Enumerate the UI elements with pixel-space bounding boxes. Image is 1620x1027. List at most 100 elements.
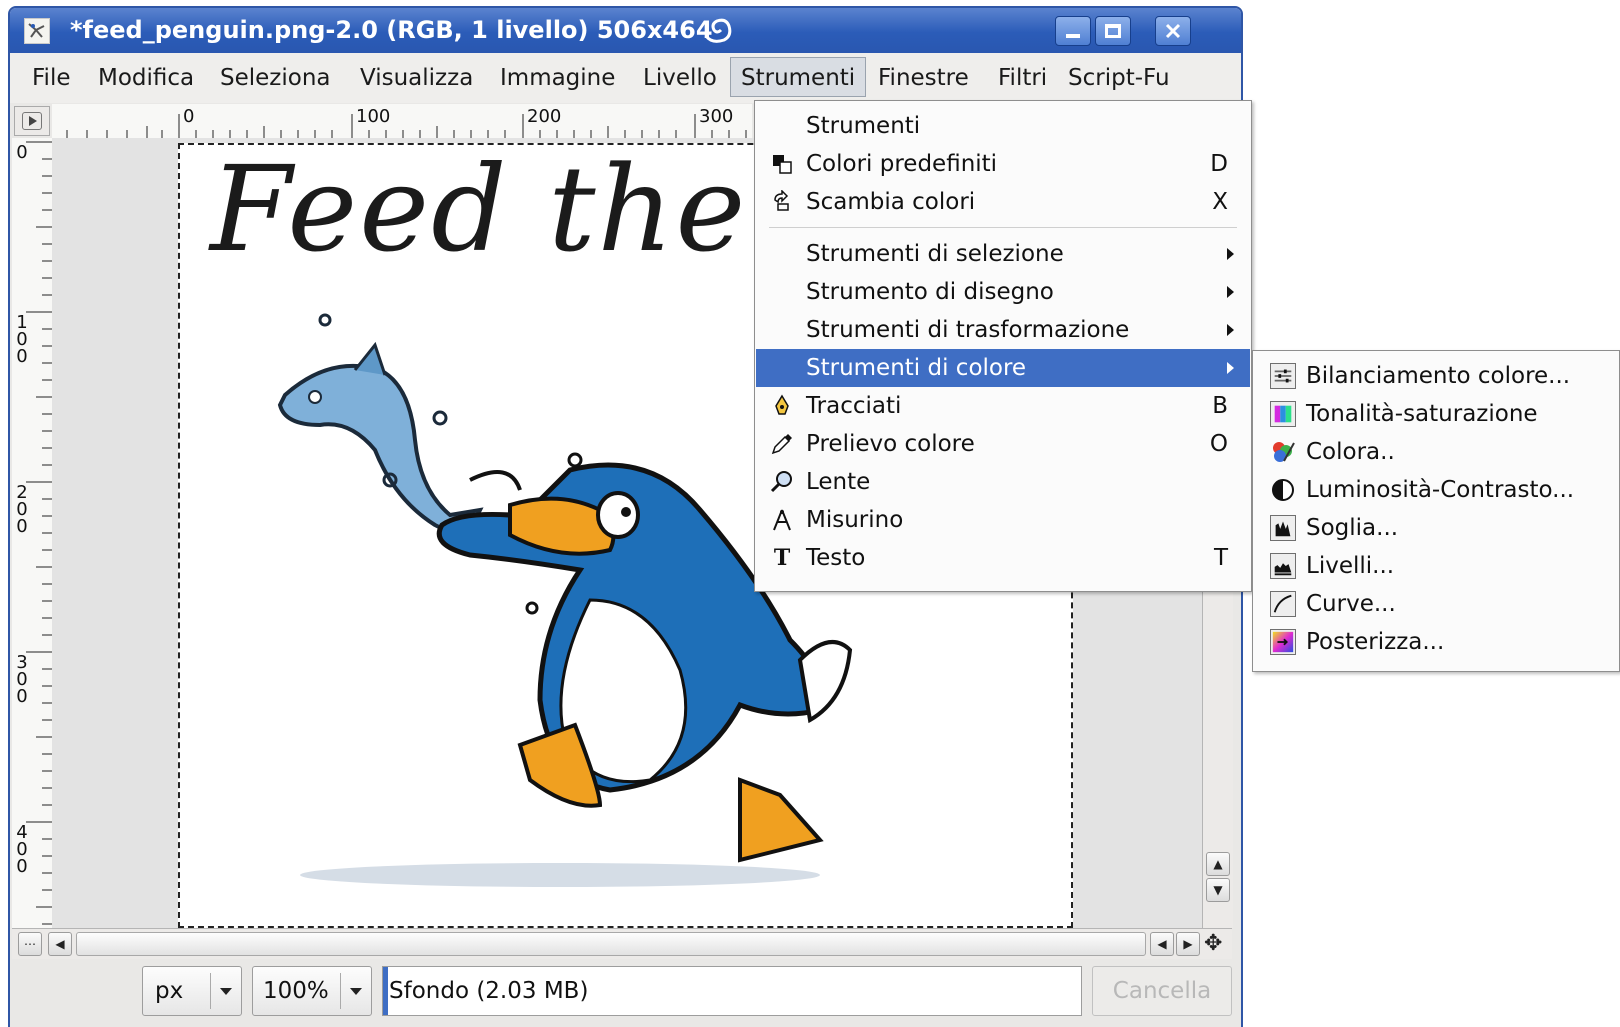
color-tools-submenu: Bilanciamento colore... Tonalità-saturaz… [1252,350,1620,672]
vruler-label-300: 300 [16,652,28,707]
vruler-label-200: 200 [16,482,28,537]
paths-icon [775,394,789,415]
ruler-label-300: 300 [699,106,734,127]
menu-view[interactable]: Visualizza [360,63,473,93]
quick-mask-toggle[interactable]: ⋯ [18,932,42,956]
menu-item-label: Colori predefiniti [806,151,998,177]
menu-windows[interactable]: Finestre [878,63,969,93]
minimize-icon [1066,34,1080,38]
menu-item-transform-tools[interactable]: Strumenti di trasformazione [756,311,1250,349]
horizontal-ruler[interactable]: 0 100 200 300 [52,104,752,139]
scroll-left-button[interactable]: ◀ [48,932,72,956]
submenu-item-brightness-contrast[interactable]: Luminosità-Contrasto... [1254,471,1618,509]
menu-item-shortcut: X [1212,189,1228,215]
menu-item-label: Strumenti di trasformazione [806,317,1130,343]
status-message-text: Sfondo (2.03 MB) [389,978,589,1004]
menu-item-shortcut: T [1213,545,1228,571]
menu-item-label: Testo [806,545,866,571]
vruler-label-400: 400 [16,822,28,877]
submenu-item-hue-saturation[interactable]: Tonalità-saturazione [1254,395,1618,433]
hue-saturation-icon [1270,401,1296,427]
vruler-label-100: 100 [16,312,28,367]
cancel-button[interactable]: Cancella [1092,966,1232,1016]
submenu-item-color-balance[interactable]: Bilanciamento colore... [1254,357,1618,395]
submenu-item-colorize[interactable]: Colora.. [1254,433,1618,471]
scroll-up-button[interactable]: ▲ [1206,852,1230,876]
menu-item-paint-tools[interactable]: Strumento di disegno [756,273,1250,311]
gimp-app-icon[interactable] [24,18,50,44]
menu-item-label: Strumenti [806,113,921,139]
vertical-ruler[interactable]: 0 100 200 300 400 [12,138,53,928]
menu-item-selection-tools[interactable]: Strumenti di selezione [756,235,1250,273]
menu-script-fu[interactable]: Script-Fu [1068,63,1170,93]
menu-item-swap-colors[interactable]: Scambia colori X [756,183,1250,221]
ruler-label-100: 100 [356,106,391,127]
menu-filters[interactable]: Filtri [998,63,1047,93]
zoom-selector[interactable]: 100% [252,966,372,1016]
close-icon [1165,23,1181,39]
menu-item-color-picker[interactable]: Prelievo colore O [756,425,1250,463]
scroll-right-button[interactable]: ▶ [1176,932,1200,956]
submenu-item-posterize[interactable]: Posterizza... [1254,623,1618,661]
colorize-icon [1273,442,1295,462]
menu-item-strumenti[interactable]: Strumenti [756,107,1250,145]
scroll-down-button[interactable]: ▼ [1206,878,1230,902]
menu-item-magnify[interactable]: Lente [756,463,1250,501]
menu-image[interactable]: Immagine [500,63,615,93]
default-colors-icon [773,155,792,174]
threshold-icon [1270,515,1296,541]
submenu-item-label: Luminosità-Contrasto... [1306,477,1575,503]
status-message: Sfondo (2.03 MB) [382,966,1082,1016]
zoom-dropdown-arrow[interactable] [340,973,371,1009]
submenu-item-curves[interactable]: Curve... [1254,585,1618,623]
menu-item-label: Lente [806,469,871,495]
menu-item-paths[interactable]: Tracciati B [756,387,1250,425]
menu-item-label: Scambia colori [806,189,976,215]
submenu-item-levels[interactable]: Livelli... [1254,547,1618,585]
submenu-arrow-icon [1227,324,1234,336]
menu-file[interactable]: File [32,63,71,93]
menu-item-shortcut: B [1212,393,1228,419]
progress-indicator [383,967,388,1015]
play-icon [29,116,37,126]
title-bar[interactable]: *feed_penguin.png-2.0 (RGB, 1 livello) 5… [10,8,1241,53]
scroll-right-back-button[interactable]: ◀ [1150,932,1174,956]
submenu-arrow-icon [1227,286,1234,298]
minimize-button[interactable] [1055,16,1091,46]
ruler-label-200: 200 [527,106,562,127]
menu-edit[interactable]: Modifica [98,63,194,93]
vruler-label-0: 0 [16,142,28,163]
menu-item-measure[interactable]: Misurino [756,501,1250,539]
unit-selector[interactable]: px [142,966,242,1016]
navigate-icon[interactable]: ✥ [1204,931,1222,956]
menu-item-color-tools[interactable]: Strumenti di colore [756,349,1250,387]
zoom-value: 100% [263,978,329,1004]
close-button[interactable] [1155,16,1191,46]
horizontal-ruler-ticks [66,114,747,138]
submenu-item-label: Livelli... [1306,553,1395,579]
menu-select[interactable]: Seleziona [220,63,331,93]
menu-layer[interactable]: Livello [643,63,717,93]
status-bar: px 100% Sfondo (2.03 MB) Cancella [12,960,1232,1021]
chevron-down-icon [220,988,232,995]
submenu-item-label: Posterizza... [1306,629,1445,655]
ruler-label-0: 0 [183,106,195,127]
horizontal-scrollbar[interactable]: ⋯ ◀ ◀ ▶ ✥ [12,928,1232,959]
levels-icon [1270,553,1296,579]
menu-item-default-colors[interactable]: Colori predefiniti D [756,145,1250,183]
posterize-icon [1270,629,1296,655]
horizontal-scroll-thumb[interactable] [76,932,1146,956]
measure-icon [773,509,791,531]
menu-tools[interactable]: Strumenti [730,57,867,97]
submenu-item-label: Bilanciamento colore... [1306,363,1571,389]
menu-arrow-button[interactable] [22,112,42,130]
ruler-corner [14,106,50,136]
maximize-button[interactable] [1095,16,1131,46]
menu-separator [769,227,1237,228]
menu-item-label: Strumento di disegno [806,279,1054,305]
menu-item-text[interactable]: T Testo T [756,539,1250,577]
unit-dropdown-arrow[interactable] [210,973,241,1009]
menu-item-label: Strumenti di colore [806,355,1027,381]
submenu-item-threshold[interactable]: Soglia... [1254,509,1618,547]
menu-item-label: Prelievo colore [806,431,975,457]
